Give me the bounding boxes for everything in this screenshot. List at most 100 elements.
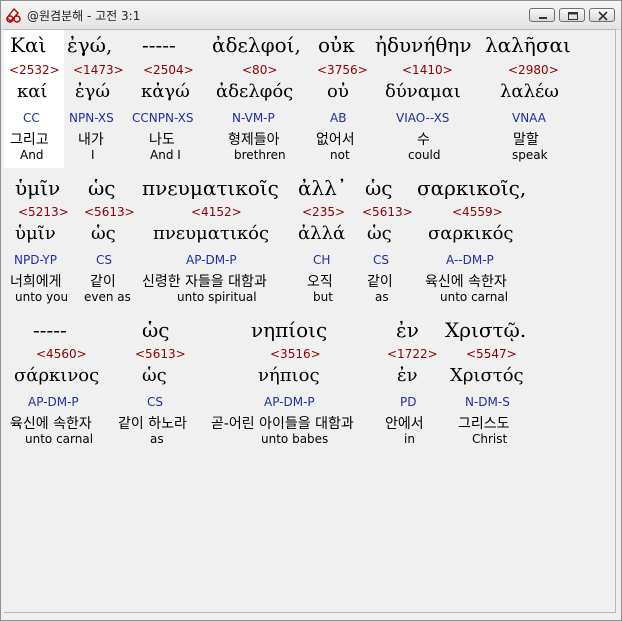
parsing-code: CH <box>313 253 331 267</box>
greek-lemma: ἐν <box>397 365 418 386</box>
korean-gloss: 육신에 속한자 <box>425 274 507 290</box>
korean-gloss: 그리스도 <box>458 416 510 432</box>
strong-number[interactable]: <3756> <box>317 63 368 77</box>
korean-gloss: 같이 <box>90 274 116 290</box>
english-gloss: unto you <box>15 290 69 304</box>
greek-lemma: νήπιος <box>258 365 320 386</box>
greek-word: ἠδυνήθην <box>375 33 472 57</box>
strong-number[interactable]: <1410> <box>402 63 453 77</box>
english-gloss: Christ <box>472 432 508 446</box>
greek-lemma: ὡς <box>91 223 116 244</box>
strong-number[interactable]: <4560> <box>36 347 87 361</box>
korean-gloss: 같이 하노라 <box>118 416 187 432</box>
parsing-code: CS <box>373 253 389 267</box>
parsing-code: A--DM-P <box>446 253 494 267</box>
korean-gloss: 수 <box>417 132 430 148</box>
greek-word: ἐν <box>396 318 419 342</box>
strong-number[interactable]: <5213> <box>18 205 69 219</box>
korean-gloss: 말할 <box>513 132 539 148</box>
strong-number[interactable]: <2504> <box>143 63 194 77</box>
korean-gloss: 오직 <box>307 274 333 290</box>
korean-gloss: 신령한 자들을 대함과 <box>142 274 267 290</box>
strong-number[interactable]: <80> <box>242 63 277 77</box>
korean-gloss: 같이 <box>367 274 393 290</box>
strong-number[interactable]: <2980> <box>508 63 559 77</box>
greek-word: νηπίοις <box>251 318 328 342</box>
parsing-code: VIAO--XS <box>396 111 450 125</box>
app-icon <box>5 6 23 24</box>
parsing-code: CS <box>96 253 112 267</box>
english-gloss: could <box>408 148 441 162</box>
close-button[interactable] <box>589 8 615 22</box>
greek-lemma: ὑμῖν <box>15 223 56 244</box>
parsing-code: AP-DM-P <box>28 395 79 409</box>
greek-word: Χριστῷ. <box>445 318 527 342</box>
strong-number[interactable]: <5547> <box>466 347 517 361</box>
english-gloss: but <box>313 290 333 304</box>
greek-word: ὡς <box>142 318 170 342</box>
korean-gloss: 너희에게 <box>10 274 62 290</box>
parsing-code: CCNPN-XS <box>132 111 194 125</box>
greek-word: ὡς <box>365 176 393 200</box>
parsing-code: CC <box>23 111 40 125</box>
greek-lemma: Χριστός <box>450 365 524 386</box>
korean-gloss: 형제들아 <box>228 132 280 148</box>
parsing-code: AB <box>330 111 347 125</box>
greek-lemma: οὐ <box>327 81 349 102</box>
strong-number[interactable]: <2532> <box>9 63 60 77</box>
greek-word: σαρκικοῖς, <box>417 176 527 200</box>
maximize-button[interactable] <box>559 8 585 22</box>
korean-gloss: 그리고 <box>10 132 49 148</box>
parsing-code: PD <box>400 395 417 409</box>
greek-word: Καὶ <box>10 33 47 57</box>
strong-number[interactable]: <235> <box>302 205 345 219</box>
strong-number[interactable]: <4152> <box>191 205 242 219</box>
strong-number[interactable]: <5613> <box>135 347 186 361</box>
parsing-code: N-DM-S <box>465 395 510 409</box>
parsing-code: AP-DM-P <box>264 395 315 409</box>
english-gloss: as <box>375 290 389 304</box>
korean-gloss: 곧-어린 아이들을 대함과 <box>211 416 354 432</box>
greek-lemma: καί <box>17 81 48 102</box>
parsing-code: N-VM-P <box>232 111 275 125</box>
english-gloss: speak <box>512 148 548 162</box>
greek-lemma: ἐγώ <box>75 81 111 102</box>
greek-word: λαλῆσαι <box>485 33 571 57</box>
title-bar[interactable]: @원겸분해 - 고전 3:1 <box>1 1 621 30</box>
strong-number[interactable]: <1722> <box>387 347 438 361</box>
greek-lemma: σαρκικός <box>428 223 514 244</box>
greek-lemma: ἀδελφός <box>216 81 294 102</box>
greek-lemma: ὡς <box>367 223 392 244</box>
korean-gloss: 내가 <box>78 132 104 148</box>
strong-number[interactable]: <5613> <box>362 205 413 219</box>
english-gloss: not <box>330 148 350 162</box>
parsing-code: CS <box>147 395 163 409</box>
parsing-code: NPD-YP <box>14 253 57 267</box>
greek-word: ----- <box>33 318 67 342</box>
english-gloss: unto carnal <box>440 290 509 304</box>
greek-word: ἀλλ᾽ <box>298 176 347 200</box>
strong-number[interactable]: <1473> <box>73 63 124 77</box>
parsing-code: VNAA <box>512 111 546 125</box>
greek-word: ἐγώ, <box>67 33 113 57</box>
parsing-code: NPN-XS <box>69 111 114 125</box>
strong-number[interactable]: <5613> <box>84 205 135 219</box>
strong-number[interactable]: <4559> <box>452 205 503 219</box>
greek-lemma: ὡς <box>142 365 167 386</box>
english-gloss: brethren <box>234 148 286 162</box>
strong-number[interactable]: <3516> <box>270 347 321 361</box>
korean-gloss: 안에서 <box>385 416 424 432</box>
english-gloss: unto babes <box>261 432 329 446</box>
greek-word: πνευματικοῖς <box>142 176 279 200</box>
minimize-button[interactable] <box>529 8 555 22</box>
parsing-code: AP-DM-P <box>186 253 237 267</box>
english-gloss: unto spiritual <box>177 290 257 304</box>
greek-word: ὡς <box>88 176 116 200</box>
korean-gloss: 없어서 <box>316 132 355 148</box>
greek-word: ----- <box>142 33 176 57</box>
english-gloss: And <box>20 148 44 162</box>
greek-word: ὑμῖν <box>15 176 61 200</box>
greek-word: οὐκ <box>318 33 355 57</box>
greek-lemma: ἀλλά <box>298 223 346 244</box>
greek-lemma: κἀγώ <box>141 81 190 102</box>
